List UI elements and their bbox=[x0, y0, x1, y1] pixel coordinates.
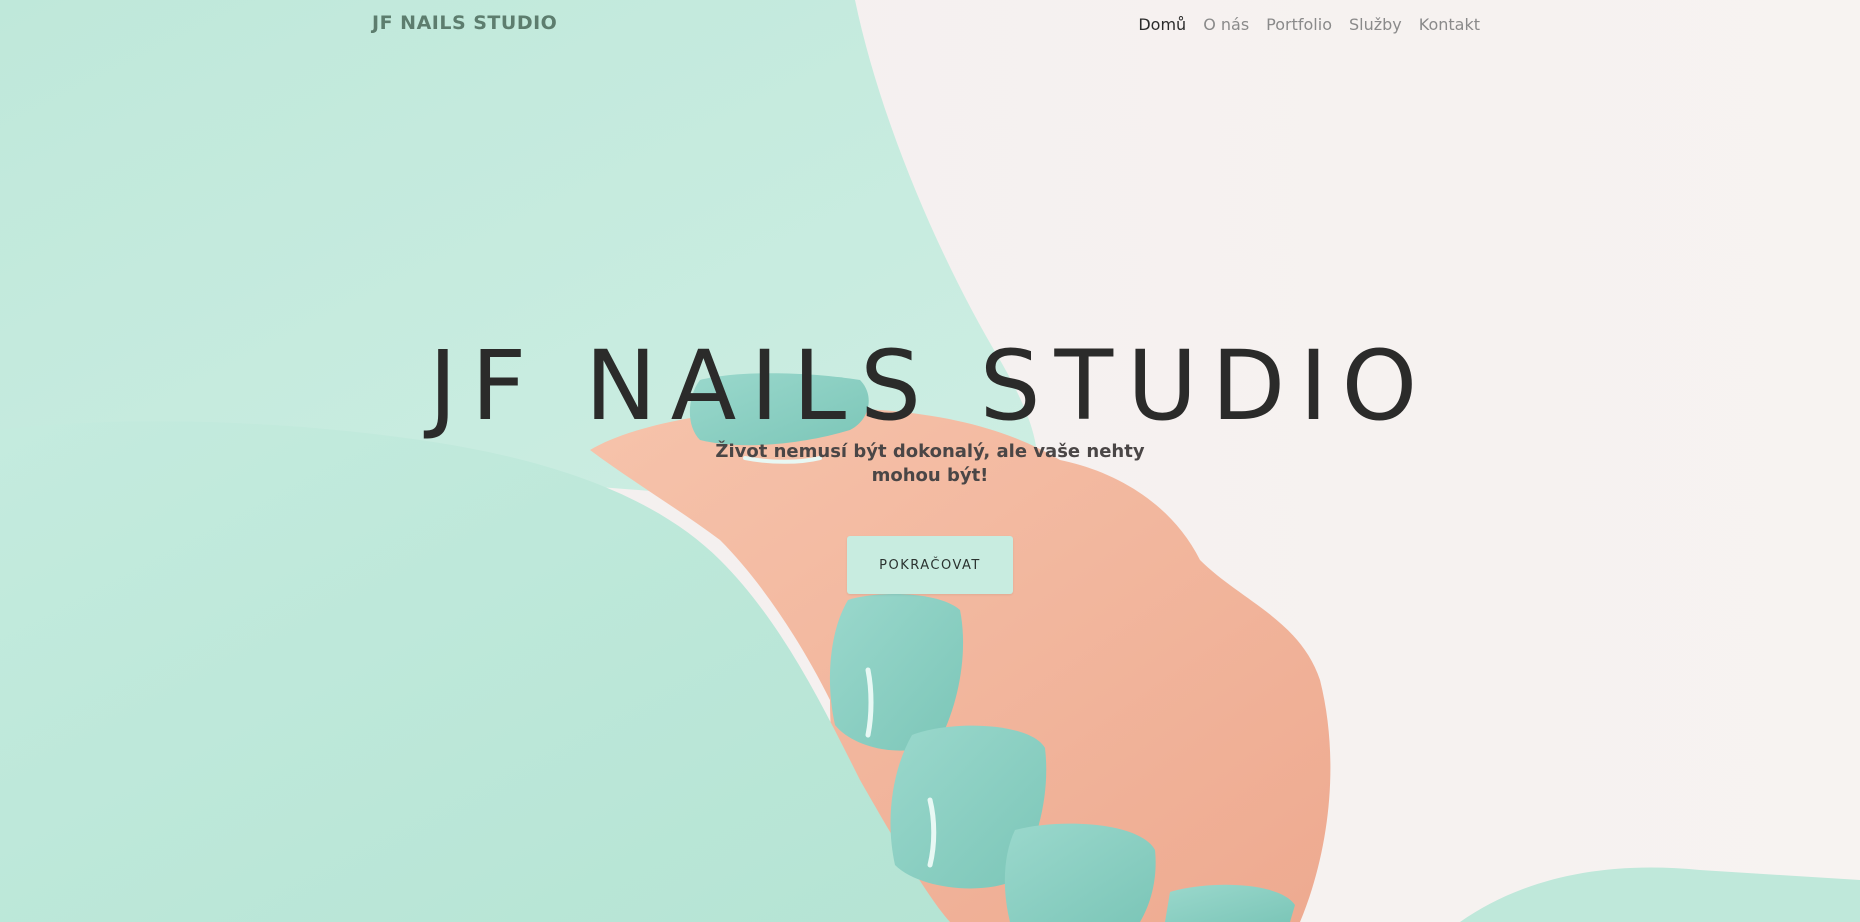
nav-link-about[interactable]: O nás bbox=[1203, 15, 1249, 34]
nav-link-contact[interactable]: Kontakt bbox=[1419, 15, 1480, 34]
nav-link-home[interactable]: Domů bbox=[1138, 15, 1186, 34]
nav-link-services[interactable]: Služby bbox=[1349, 15, 1402, 34]
hero-title: JF NAILS STUDIO bbox=[428, 330, 1432, 442]
nav-item-portfolio: Portfolio bbox=[1266, 15, 1332, 34]
nav-item-home: Domů bbox=[1138, 15, 1186, 34]
page: JF NAILS STUDIO Domů O nás Portfolio Slu… bbox=[0, 0, 1860, 922]
brand-logo[interactable]: JF NAILS STUDIO bbox=[372, 12, 557, 34]
navbar: JF NAILS STUDIO Domů O nás Portfolio Slu… bbox=[0, 0, 1860, 50]
nav-link-portfolio[interactable]: Portfolio bbox=[1266, 15, 1332, 34]
nav-menu: Domů O nás Portfolio Služby Kontakt bbox=[1138, 15, 1480, 34]
continue-button[interactable]: POKRAČOVAT bbox=[847, 536, 1013, 594]
nav-item-contact: Kontakt bbox=[1419, 15, 1480, 34]
nav-item-services: Služby bbox=[1349, 15, 1402, 34]
nav-item-about: O nás bbox=[1203, 15, 1249, 34]
hero-subtitle: Život nemusí být dokonalý, ale vaše neht… bbox=[715, 441, 1145, 486]
